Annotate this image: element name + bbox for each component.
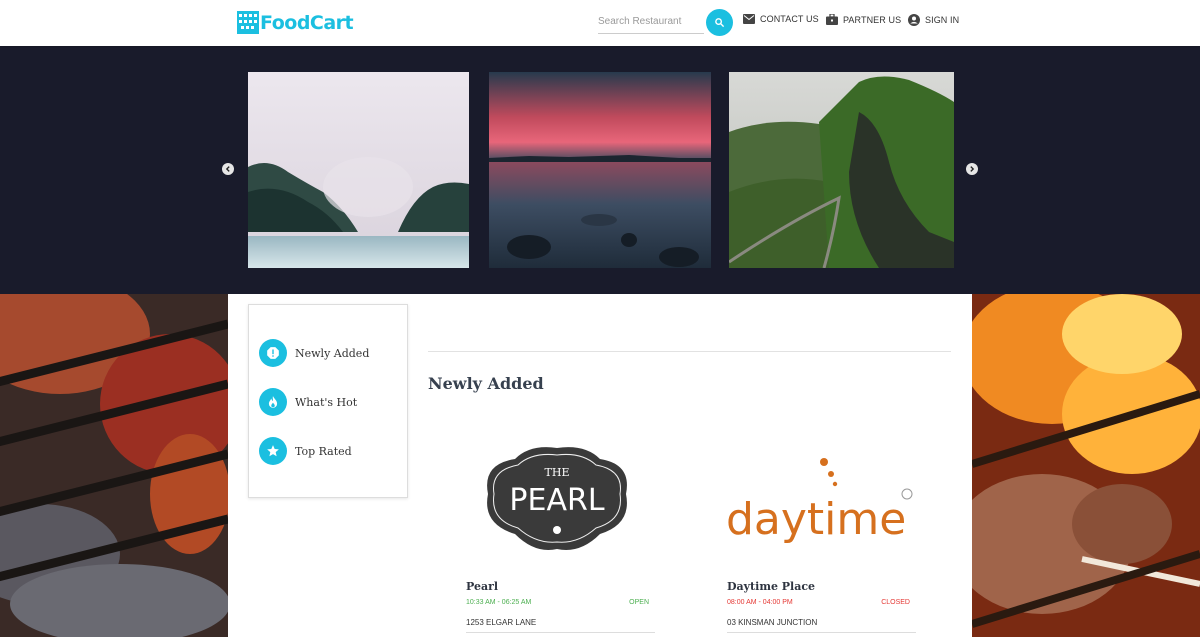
restaurant-hours: 10:33 AM - 06:25 AM — [466, 599, 532, 606]
logo-text: FoodCart — [260, 11, 354, 34]
alert-icon — [259, 339, 287, 367]
restaurant-card-pearl[interactable]: THE PEARL Pearl 10:33 AM - 06:25 AM OPEN… — [460, 434, 655, 633]
account-icon — [908, 14, 920, 26]
pearl-logo: THE PEARL — [460, 434, 655, 564]
star-icon — [259, 437, 287, 465]
search-icon — [715, 18, 725, 28]
carousel-slide-misty-forest[interactable] — [248, 72, 469, 268]
fire-icon — [259, 388, 287, 416]
nav-sign-in-label: SIGN IN — [925, 15, 960, 25]
daytime-logo: daytime — [721, 434, 916, 564]
nav-partner-us[interactable]: PARTNER US — [826, 14, 901, 25]
nav-partner-us-label: PARTNER US — [843, 14, 902, 25]
menu-item-top-rated[interactable]: Top Rated — [259, 437, 352, 465]
carousel-slide-sunset-lake[interactable] — [489, 72, 711, 268]
carousel-next-button[interactable] — [966, 163, 978, 175]
pearl-logo-text: PEARL — [509, 483, 604, 518]
foodcart-logo[interactable]: FoodCart — [237, 11, 354, 34]
daytime-logo-text: daytime — [726, 494, 906, 545]
pearl-logo-prefix: THE — [545, 466, 570, 479]
card-divider — [727, 632, 916, 633]
carousel-slide-green-mountain[interactable] — [729, 72, 954, 268]
grill-background-right — [972, 294, 1200, 637]
status-badge-closed: CLOSED — [881, 599, 910, 606]
restaurant-address: 03 KINSMAN JUNCTION — [727, 618, 818, 627]
top-navbar: FoodCart CONTACT US PARTNER US SIGN IN — [0, 0, 1200, 46]
mail-icon — [743, 14, 755, 24]
section-title: Newly Added — [428, 374, 544, 393]
restaurant-name: Pearl — [466, 580, 499, 593]
category-menu: Newly Added What's Hot Top Rated — [248, 304, 408, 498]
restaurant-hours: 08:00 AM - 04:00 PM — [727, 599, 793, 606]
search-button[interactable] — [706, 9, 733, 36]
section-divider — [428, 351, 951, 352]
restaurant-name: Daytime Place — [727, 580, 816, 593]
chevron-left-icon — [225, 166, 230, 172]
search-restaurant-input[interactable] — [598, 10, 704, 34]
grill-background-left — [0, 294, 228, 637]
card-divider — [466, 632, 655, 633]
main-content: Newly Added What's Hot Top Rated Newly A… — [228, 294, 972, 637]
cart-logo-icon — [237, 11, 259, 34]
nav-contact-us[interactable]: CONTACT US — [743, 14, 819, 24]
restaurant-card-daytime[interactable]: daytime Daytime Place 08:00 AM - 04:00 P… — [721, 434, 916, 633]
menu-label-top-rated: Top Rated — [295, 444, 352, 458]
menu-item-whats-hot[interactable]: What's Hot — [259, 388, 357, 416]
menu-label-whats-hot: What's Hot — [295, 395, 358, 409]
restaurant-address: 1253 ELGAR LANE — [466, 618, 537, 627]
nav-sign-in[interactable]: SIGN IN — [908, 14, 959, 26]
carousel-prev-button[interactable] — [222, 163, 234, 175]
chevron-right-icon — [970, 166, 975, 172]
status-badge-open: OPEN — [629, 599, 649, 606]
briefcase-icon — [826, 14, 838, 25]
nav-contact-us-label: CONTACT US — [760, 14, 819, 24]
image-carousel — [0, 46, 1200, 294]
menu-label-newly-added: Newly Added — [295, 346, 370, 360]
menu-item-newly-added[interactable]: Newly Added — [259, 339, 369, 367]
